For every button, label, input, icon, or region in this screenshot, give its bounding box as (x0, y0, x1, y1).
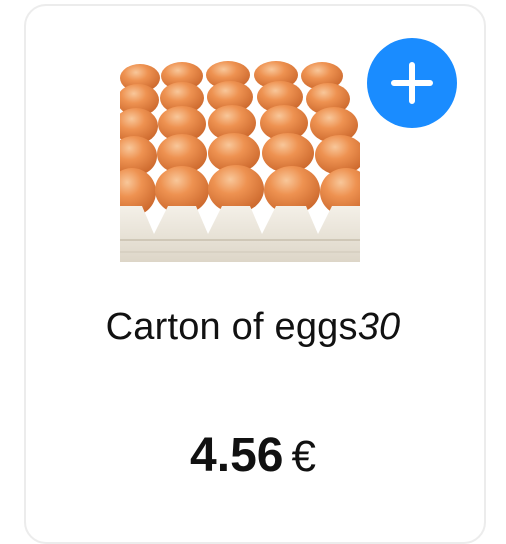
plus-icon (391, 62, 433, 104)
add-to-cart-button[interactable] (367, 38, 457, 128)
product-quantity: 30 (357, 306, 401, 348)
price-currency: € (291, 432, 316, 481)
product-name-text: Carton of eggs (105, 306, 358, 348)
product-price: 4.56 € (0, 428, 506, 483)
egg-carton-image (120, 56, 360, 262)
product-name: Carton of eggs30 (0, 306, 506, 349)
price-value: 4.56 (190, 429, 284, 482)
